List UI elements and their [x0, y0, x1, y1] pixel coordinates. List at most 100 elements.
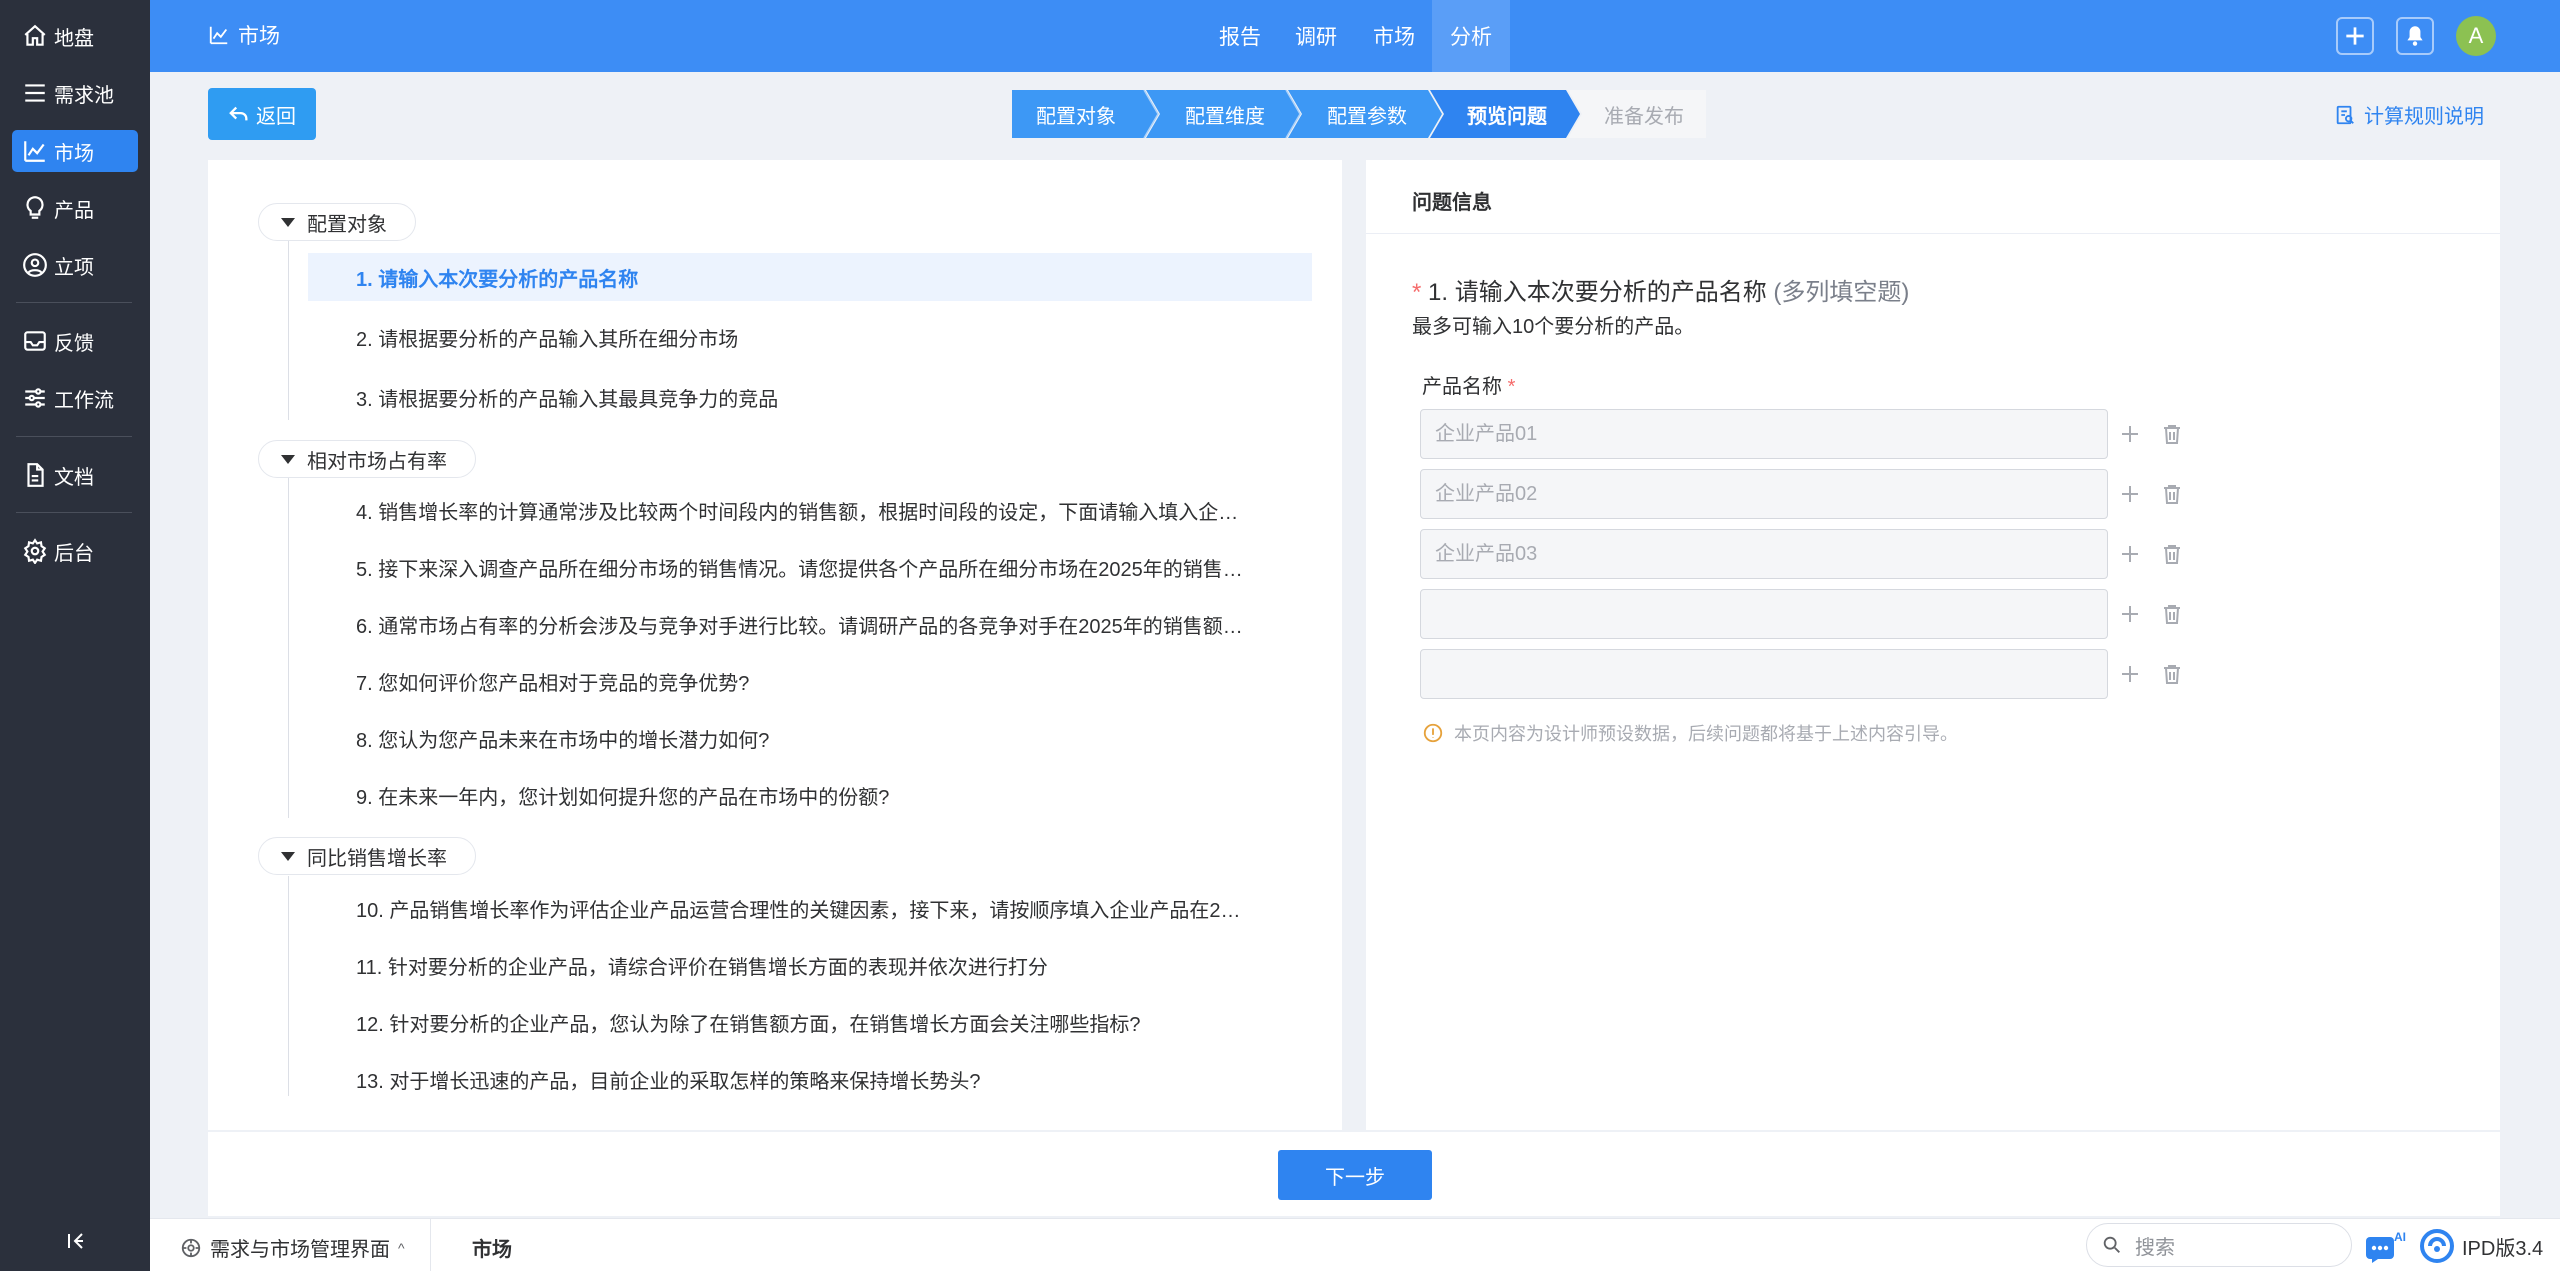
back-button[interactable]: 返回: [208, 88, 316, 140]
caret-down-icon: [281, 218, 295, 227]
avatar[interactable]: A: [2456, 16, 2496, 56]
top-nav-report[interactable]: 报告: [1208, 0, 1272, 72]
current-module: 市场: [472, 1239, 512, 1261]
sidebar-item-label: 产品: [54, 199, 94, 222]
tree-item-label: 8. 您认为您产品未来在市场中的增长潜力如何?: [356, 729, 770, 752]
step-config-params[interactable]: 配置参数: [1302, 90, 1432, 138]
tree-item[interactable]: 5. 接下来深入调查产品所在细分市场的销售情况。请您提供各个产品所在细分市场在2…: [308, 543, 1312, 591]
sidebar-divider: [16, 302, 132, 303]
delete-row-icon[interactable]: [2160, 482, 2184, 506]
app-switcher[interactable]: 需求与市场管理界面 ^: [180, 1233, 405, 1262]
ai-assistant-icon[interactable]: AI: [2364, 1229, 2406, 1263]
tree-guide-line: [288, 478, 289, 818]
user-circle-icon: [23, 253, 47, 277]
sidebar-item-label: 地盘: [54, 27, 94, 50]
chevron-up-icon: ^: [398, 1239, 405, 1256]
field-label: 产品名称 *: [1422, 370, 1515, 399]
tree-item[interactable]: 8. 您认为您产品未来在市场中的增长潜力如何?: [308, 714, 1312, 762]
next-step-button[interactable]: 下一步: [1278, 1150, 1432, 1200]
sidebar-item-label: 后台: [54, 542, 94, 565]
tree-item[interactable]: 11. 针对要分析的企业产品，请综合评价在销售增长方面的表现并依次进行打分: [308, 941, 1312, 989]
sidebar-item-admin[interactable]: 后台: [12, 530, 138, 572]
step-config-dimension[interactable]: 配置维度: [1160, 90, 1290, 138]
calc-rules-link[interactable]: 计算规则说明: [2334, 100, 2484, 129]
tree-guide-line: [288, 240, 289, 420]
tree-group-config-object[interactable]: 配置对象: [258, 203, 416, 241]
notification-button[interactable]: [2396, 17, 2434, 55]
tree-item-label: 3. 请根据要分析的产品输入其最具竞争力的竞品: [356, 388, 779, 411]
tree-item[interactable]: 6. 通常市场占有率的分析会涉及与竞争对手进行比较。请调研产品的各竞争对手在20…: [308, 600, 1312, 648]
tree-item[interactable]: 3. 请根据要分析的产品输入其最具竞争力的竞品: [308, 373, 1312, 421]
plus-icon: [2346, 27, 2364, 45]
product-logo-icon: [2420, 1229, 2454, 1263]
tree-item[interactable]: 9. 在未来一年内，您计划如何提升您的产品在市场中的份额?: [308, 771, 1312, 819]
top-nav-analysis[interactable]: 分析: [1432, 0, 1510, 72]
sidebar-item-market[interactable]: 市场: [12, 130, 138, 172]
status-divider: [430, 1219, 431, 1271]
sidebar-item-product[interactable]: 产品: [12, 187, 138, 229]
add-row-icon[interactable]: [2118, 542, 2142, 566]
search-input[interactable]: 搜索: [2086, 1223, 2352, 1267]
version-info[interactable]: IPD版3.4: [2420, 1229, 2543, 1263]
delete-row-icon[interactable]: [2160, 602, 2184, 626]
status-bar: 需求与市场管理界面 ^ 市场 搜索 AI IPD版3.4: [150, 1218, 2560, 1271]
field-label-text: 产品名称: [1422, 376, 1502, 398]
add-row-icon[interactable]: [2118, 422, 2142, 446]
add-row-icon[interactable]: [2118, 602, 2142, 626]
tree-item[interactable]: 12. 针对要分析的企业产品，您认为除了在销售额方面，在销售增长方面会关注哪些指…: [308, 998, 1312, 1046]
sidebar-item-label: 立项: [54, 256, 94, 279]
tree-item[interactable]: 13. 对于增长迅速的产品，目前企业的采取怎样的策略来保持增长势头?: [308, 1055, 1312, 1103]
required-mark: *: [1507, 376, 1516, 398]
step-config-object[interactable]: 配置对象: [1012, 90, 1140, 138]
tree-item[interactable]: 4. 销售增长率的计算通常涉及比较两个时间段内的销售额，根据时间段的设定，下面请…: [308, 486, 1312, 534]
tree-item[interactable]: 2. 请根据要分析的产品输入其所在细分市场: [308, 313, 1312, 361]
sidebar-item-home[interactable]: 地盘: [12, 15, 138, 57]
tree-item-label: 13. 对于增长迅速的产品，目前企业的采取怎样的策略来保持增长势头?: [356, 1070, 981, 1093]
tree-group-yoy-sales-growth[interactable]: 同比销售增长率: [258, 837, 476, 875]
top-nav-research[interactable]: 调研: [1284, 0, 1348, 72]
app-gear-icon: [181, 1238, 201, 1257]
sidebar: 地盘 需求池 市场 产品 立项 反馈 工作流 文档 后台: [0, 0, 150, 1271]
product-name-input-5[interactable]: [1420, 649, 2108, 699]
collapse-left-icon[interactable]: [60, 1228, 90, 1254]
tree-group-relative-market-share[interactable]: 相对市场占有率: [258, 440, 476, 478]
step-preview-questions[interactable]: 预览问题: [1444, 90, 1570, 138]
delete-row-icon[interactable]: [2160, 542, 2184, 566]
panel-title: 问题信息: [1412, 192, 1492, 214]
sidebar-item-label: 反馈: [54, 332, 94, 355]
tree-item[interactable]: 10. 产品销售增长率作为评估企业产品运营合理性的关键因素，接下来，请按顺序填入…: [308, 884, 1312, 932]
top-bar: 市场 报告 调研 市场 分析 A: [150, 0, 2560, 72]
tree-item[interactable]: 1. 请输入本次要分析的产品名称: [308, 253, 1312, 301]
add-button[interactable]: [2336, 17, 2374, 55]
sidebar-item-label: 市场: [54, 142, 94, 165]
chart-line-icon: [209, 26, 228, 45]
product-name-input-1[interactable]: [1420, 409, 2108, 459]
question-description: 最多可输入10个要分析的产品。: [1412, 316, 1695, 338]
sidebar-item-feedback[interactable]: 反馈: [12, 320, 138, 362]
sidebar-item-demand-pool[interactable]: 需求池: [12, 72, 138, 114]
add-row-icon[interactable]: [2118, 662, 2142, 686]
sidebar-item-workflow[interactable]: 工作流: [12, 377, 138, 419]
sidebar-item-project[interactable]: 立项: [12, 244, 138, 286]
tree-item-label: 1. 请输入本次要分析的产品名称: [356, 268, 639, 291]
tree-item-label: 2. 请根据要分析的产品输入其所在细分市场: [356, 328, 739, 351]
sidebar-item-docs[interactable]: 文档: [12, 454, 138, 496]
sidebar-item-label: 需求池: [54, 84, 114, 107]
top-nav-market[interactable]: 市场: [1362, 0, 1426, 72]
step-prepare-publish[interactable]: 准备发布: [1582, 90, 1706, 138]
delete-row-icon[interactable]: [2160, 422, 2184, 446]
product-name-input-2[interactable]: [1420, 469, 2108, 519]
add-row-icon[interactable]: [2118, 482, 2142, 506]
question-title-text: 1. 请输入本次要分析的产品名称: [1428, 279, 1767, 306]
product-name-input-3[interactable]: [1420, 529, 2108, 579]
rules-doc-icon: [2336, 105, 2354, 124]
required-mark: *: [1412, 279, 1422, 306]
delete-row-icon[interactable]: [2160, 662, 2184, 686]
tree-item-label: 12. 针对要分析的企业产品，您认为除了在销售额方面，在销售增长方面会关注哪些指…: [356, 1013, 1141, 1036]
tree-item[interactable]: 7. 您如何评价您产品相对于竞品的竞争优势?: [308, 657, 1312, 705]
back-label: 返回: [256, 105, 296, 128]
document-icon: [27, 463, 44, 487]
product-name-input-4[interactable]: [1420, 589, 2108, 639]
tip-text: 本页内容为设计师预设数据，后续问题都将基于上述内容引导。: [1454, 724, 1958, 744]
question-type: (多列填空题): [1773, 279, 1910, 306]
